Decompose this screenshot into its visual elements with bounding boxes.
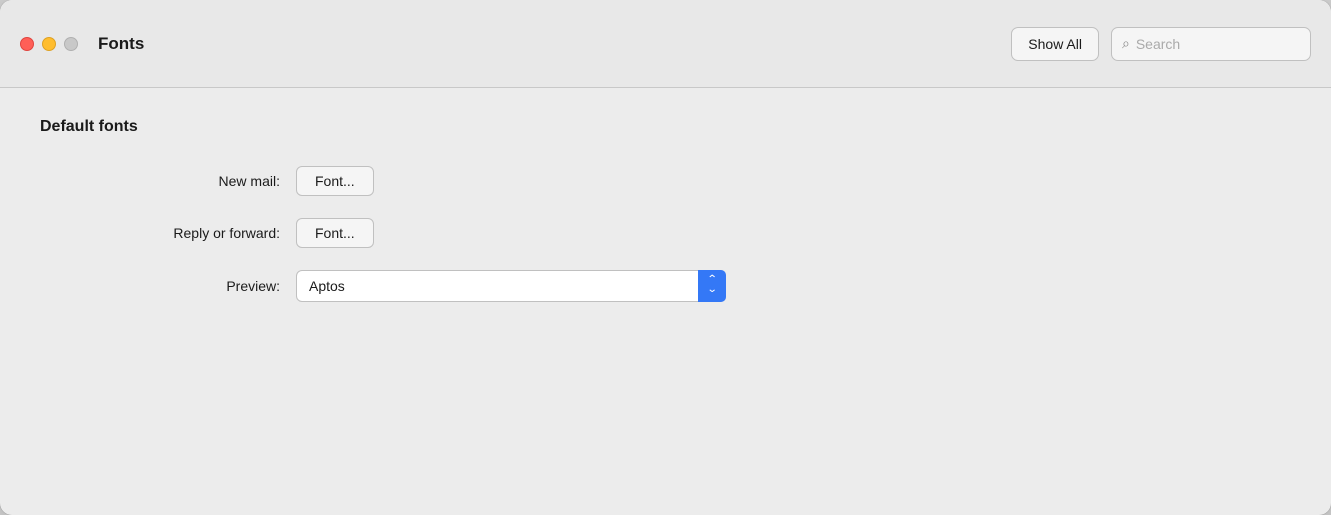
zoom-button[interactable] bbox=[64, 37, 78, 51]
section-title: Default fonts bbox=[40, 118, 1291, 136]
new-mail-row: New mail: Font... bbox=[120, 166, 1291, 196]
preview-font-select[interactable]: Aptos bbox=[296, 270, 726, 302]
window-title: Fonts bbox=[98, 34, 144, 54]
reply-forward-label: Reply or forward: bbox=[120, 225, 280, 241]
titlebar-actions: Show All ⌕ bbox=[1011, 27, 1311, 61]
show-all-button[interactable]: Show All bbox=[1011, 27, 1099, 61]
reply-forward-font-button[interactable]: Font... bbox=[296, 218, 374, 248]
preview-row: Preview: Aptos bbox=[120, 270, 1291, 302]
preview-label: Preview: bbox=[120, 278, 280, 294]
close-button[interactable] bbox=[20, 37, 34, 51]
search-input[interactable] bbox=[1136, 36, 1300, 52]
search-icon: ⌕ bbox=[1122, 35, 1130, 52]
titlebar: Fonts Show All ⌕ bbox=[0, 0, 1331, 88]
reply-forward-row: Reply or forward: Font... bbox=[120, 218, 1291, 248]
preview-select-wrapper: Aptos bbox=[296, 270, 726, 302]
traffic-lights bbox=[20, 37, 78, 51]
minimize-button[interactable] bbox=[42, 37, 56, 51]
main-content: Default fonts New mail: Font... Reply or… bbox=[0, 88, 1331, 515]
form-area: New mail: Font... Reply or forward: Font… bbox=[120, 166, 1291, 302]
new-mail-label: New mail: bbox=[120, 173, 280, 189]
new-mail-font-button[interactable]: Font... bbox=[296, 166, 374, 196]
search-container: ⌕ bbox=[1111, 27, 1311, 61]
app-window: Fonts Show All ⌕ Default fonts New mail:… bbox=[0, 0, 1331, 515]
